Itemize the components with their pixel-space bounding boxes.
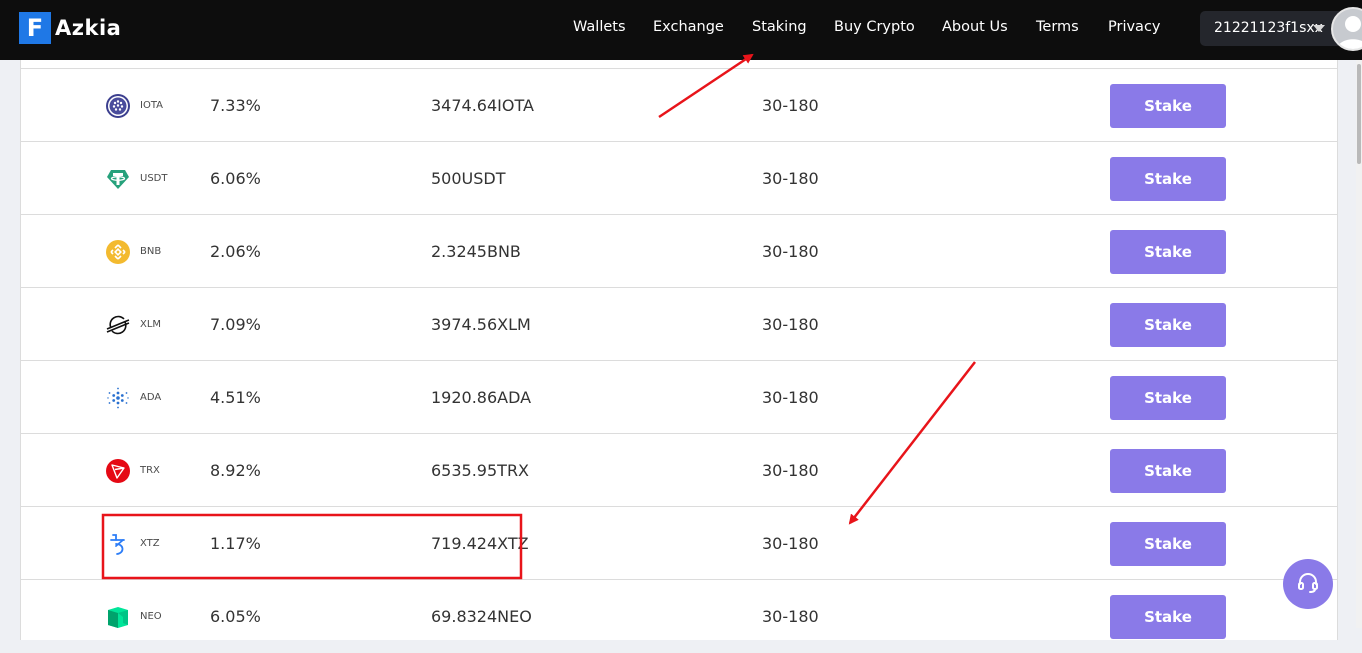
bnb-icon [106, 240, 130, 264]
table-row: USDT 6.06% 500USDT 30-180 Stake [21, 142, 1337, 215]
table-row: ADA 4.51% 1920.86ADA 30-180 Stake [21, 361, 1337, 434]
cardano-icon [106, 386, 130, 410]
tron-icon [106, 459, 130, 483]
top-navbar: F Azkia Wallets Exchange Staking Buy Cry… [0, 0, 1362, 60]
stake-days: 30-180 [762, 388, 819, 407]
stake-amount: 6535.95TRX [431, 461, 530, 480]
stellar-icon [106, 313, 130, 337]
iota-icon [106, 94, 130, 118]
headset-icon [1296, 570, 1320, 599]
user-name: 21221123f1sxx [1214, 20, 1323, 36]
stake-button[interactable]: Stake [1110, 449, 1226, 493]
coin-symbol: ADA [140, 392, 162, 403]
nav-exchange[interactable]: Exchange [653, 19, 724, 35]
nav-terms[interactable]: Terms [1036, 19, 1079, 35]
coin-symbol: NEO [140, 611, 162, 622]
coin-symbol: USDT [140, 173, 168, 184]
stake-amount: 1920.86ADA [431, 388, 532, 407]
stake-button[interactable]: Stake [1110, 84, 1226, 128]
scrollbar-thumb[interactable] [1357, 64, 1361, 164]
annual-rate: 2.06% [210, 242, 261, 261]
neo-icon [106, 605, 130, 629]
nav-staking[interactable]: Staking [752, 19, 807, 35]
annual-rate: 7.33% [210, 96, 261, 115]
table-row: IOTA 7.33% 3474.64IOTA 30-180 Stake [21, 69, 1337, 142]
table-row: TRX 8.92% 6535.95TRX 30-180 Stake [21, 434, 1337, 507]
stake-amount: 2.3245BNB [431, 242, 521, 261]
brand-name: Azkia [55, 16, 122, 40]
stake-days: 30-180 [762, 96, 819, 115]
brand-logo[interactable]: F Azkia [19, 12, 121, 44]
stake-amount: 69.8324NEO [431, 607, 532, 626]
stake-days: 30-180 [762, 461, 819, 480]
stake-days: 30-180 [762, 315, 819, 334]
nav-wallets[interactable]: Wallets [573, 19, 626, 35]
brand-mark: F [19, 12, 51, 44]
tether-icon [106, 167, 130, 191]
annual-rate: 8.92% [210, 461, 261, 480]
table-row: XLM 7.09% 3974.56XLM 30-180 Stake [21, 288, 1337, 361]
annual-rate: 7.09% [210, 315, 261, 334]
stake-days: 30-180 [762, 534, 819, 553]
chevron-down-icon [1313, 25, 1325, 32]
stake-button[interactable]: Stake [1110, 595, 1226, 639]
stake-button[interactable]: Stake [1110, 522, 1226, 566]
nav-about-us[interactable]: About Us [942, 19, 1008, 35]
stake-days: 30-180 [762, 169, 819, 188]
stake-button[interactable]: Stake [1110, 157, 1226, 201]
table-row: NEO 6.05% 69.8324NEO 30-180 Stake [21, 580, 1337, 653]
stake-days: 30-180 [762, 607, 819, 626]
stake-days: 30-180 [762, 242, 819, 261]
table-row: BNB 2.06% 2.3245BNB 30-180 Stake [21, 215, 1337, 288]
support-chat-button[interactable] [1283, 559, 1333, 609]
nav-buy-crypto[interactable]: Buy Crypto [834, 19, 915, 35]
stake-amount: 3474.64IOTA [431, 96, 534, 115]
annual-rate: 1.17% [210, 534, 261, 553]
annual-rate: 4.51% [210, 388, 261, 407]
stake-button[interactable]: Stake [1110, 303, 1226, 347]
tezos-icon [106, 532, 130, 556]
coin-symbol: XLM [140, 319, 162, 330]
nav-privacy[interactable]: Privacy [1108, 19, 1161, 35]
coin-symbol: TRX [140, 465, 160, 476]
coin-symbol: XTZ [140, 538, 160, 549]
stake-amount: 500USDT [431, 169, 506, 188]
stake-button[interactable]: Stake [1110, 230, 1226, 274]
stake-amount: 3974.56XLM [431, 315, 531, 334]
annual-rate: 6.06% [210, 169, 261, 188]
stake-amount: 719.424XTZ [431, 534, 529, 553]
coin-symbol: BNB [140, 246, 162, 257]
stake-button[interactable]: Stake [1110, 376, 1226, 420]
coin-symbol: IOTA [140, 100, 163, 111]
table-row: XTZ 1.17% 719.424XTZ 30-180 Stake [21, 507, 1337, 580]
annual-rate: 6.05% [210, 607, 261, 626]
